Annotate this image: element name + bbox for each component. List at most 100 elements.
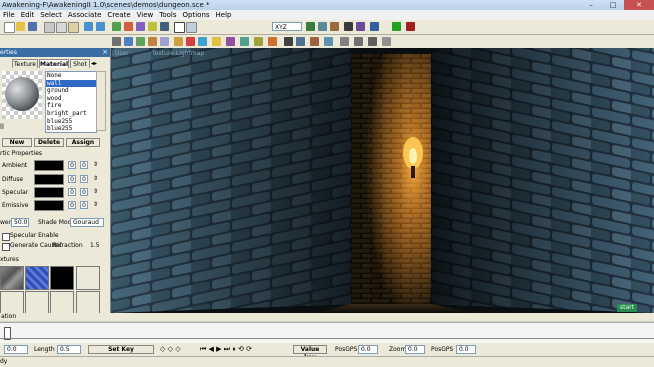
tab-shot[interactable]: Shot: [70, 59, 90, 68]
menu-file[interactable]: File: [0, 10, 18, 20]
viewport-camera-label[interactable]: User: [115, 50, 129, 57]
stop-icon[interactable]: [406, 22, 415, 31]
specular-color-swatch[interactable]: [34, 187, 64, 198]
menu-associate[interactable]: Associate: [65, 10, 105, 20]
minimize-button[interactable]: –: [580, 0, 602, 10]
orbit-icon[interactable]: [368, 37, 377, 46]
new-file-icon[interactable]: [4, 22, 15, 33]
snap-icon[interactable]: [318, 22, 327, 31]
menu-edit[interactable]: Edit: [18, 10, 38, 20]
tab-texture[interactable]: Texture: [12, 59, 38, 68]
viewport-mode-label[interactable]: Texture Lightmap: [152, 50, 204, 57]
select-region-icon[interactable]: [186, 22, 197, 33]
spinner-icon[interactable]: ⇕: [93, 201, 98, 209]
zoom-input[interactable]: 0.0: [405, 345, 425, 354]
emissive-value-2[interactable]: 0: [80, 201, 88, 209]
menu-select[interactable]: Select: [37, 10, 65, 20]
solid-icon[interactable]: [296, 37, 305, 46]
particle-icon[interactable]: [198, 37, 207, 46]
delete-material-button[interactable]: Delete: [34, 138, 64, 147]
spinner-icon[interactable]: ⇕: [93, 161, 98, 169]
menu-options[interactable]: Options: [180, 10, 213, 20]
pos-input[interactable]: 0.0: [358, 345, 378, 354]
ambient-color-swatch[interactable]: [34, 160, 64, 171]
texture-slot[interactable]: [0, 291, 24, 315]
cylinder-icon[interactable]: [136, 37, 145, 46]
specular-value[interactable]: 0: [68, 188, 76, 196]
list-item[interactable]: blue255: [46, 118, 96, 126]
material-list-scrollbar[interactable]: [96, 71, 106, 131]
menu-tools[interactable]: Tools: [156, 10, 179, 20]
texture-slot[interactable]: [76, 266, 100, 290]
texture-slot[interactable]: [50, 266, 74, 290]
wireframe-icon[interactable]: [284, 37, 293, 46]
caustic-checkbox[interactable]: [2, 243, 10, 251]
texture-slot[interactable]: [0, 266, 24, 290]
lightmap-icon[interactable]: [370, 22, 379, 31]
open-folder-icon[interactable]: [16, 22, 25, 31]
pan-icon[interactable]: [354, 37, 363, 46]
box-icon[interactable]: [112, 37, 121, 46]
sound-icon[interactable]: [212, 37, 221, 46]
list-item[interactable]: wall: [46, 79, 96, 88]
value-key-button[interactable]: Value key: [293, 345, 327, 361]
zoom-icon[interactable]: [340, 37, 349, 46]
trigger-icon[interactable]: [226, 37, 235, 46]
diffuse-color-swatch[interactable]: [34, 174, 64, 185]
list-item[interactable]: None: [46, 72, 96, 80]
key-nav-icons[interactable]: ◇ ◇ ◇: [160, 345, 181, 353]
list-item[interactable]: ground: [46, 87, 96, 95]
texture-slot[interactable]: [50, 291, 74, 315]
list-item[interactable]: blue255: [46, 125, 96, 132]
specular-enable-checkbox[interactable]: [2, 233, 10, 241]
path-icon[interactable]: [240, 37, 249, 46]
texture-slot[interactable]: [25, 266, 49, 290]
link-icon[interactable]: [330, 22, 339, 31]
refraction-value[interactable]: 1.5: [90, 242, 100, 250]
menu-create[interactable]: Create: [104, 10, 133, 20]
panel-close-icon[interactable]: ×: [102, 48, 108, 57]
cut-icon[interactable]: [44, 22, 55, 33]
plane-icon[interactable]: [148, 37, 157, 46]
menu-view[interactable]: View: [134, 10, 157, 20]
sphere-icon[interactable]: [124, 37, 133, 46]
material-icon[interactable]: [356, 22, 365, 31]
scale-icon[interactable]: [136, 22, 145, 31]
tab-material[interactable]: Material: [39, 59, 69, 68]
frame-input[interactable]: 0.0: [4, 345, 28, 354]
fire-icon[interactable]: [268, 37, 277, 46]
maximize-button[interactable]: □: [602, 0, 624, 10]
save-icon[interactable]: [28, 22, 37, 31]
play-icon[interactable]: [392, 22, 401, 31]
menu-help[interactable]: Help: [213, 10, 235, 20]
tab-scroll-arrows[interactable]: ◂▸: [91, 60, 97, 67]
mesh-icon[interactable]: [160, 37, 169, 46]
emissive-color-swatch[interactable]: [34, 200, 64, 211]
texture-slot[interactable]: [76, 291, 100, 315]
list-item[interactable]: fire: [46, 102, 96, 110]
redo-icon[interactable]: [96, 22, 105, 31]
list-item[interactable]: bright_part: [46, 110, 96, 118]
diffuse-value-2[interactable]: 0: [80, 175, 88, 183]
lit-icon[interactable]: [324, 37, 333, 46]
timeline-track[interactable]: [0, 322, 654, 344]
length-input[interactable]: 0.5: [57, 345, 81, 354]
paste-icon[interactable]: [68, 22, 79, 33]
copy-icon[interactable]: [56, 22, 67, 33]
list-item[interactable]: wood: [46, 95, 96, 103]
select-arrow-icon[interactable]: [174, 22, 185, 33]
close-button[interactable]: ✕: [624, 0, 654, 10]
spinner-icon[interactable]: ⇕: [93, 175, 98, 183]
camera-icon[interactable]: [160, 22, 169, 31]
specular-value-2[interactable]: 0: [80, 188, 88, 196]
spinner-icon[interactable]: ⇕: [93, 188, 98, 196]
texture-slot[interactable]: [25, 291, 49, 315]
3d-viewport[interactable]: [111, 48, 654, 313]
shade-mode-dropdown[interactable]: Gouraud: [70, 218, 104, 227]
posgps-input[interactable]: 0.0: [456, 345, 476, 354]
move-icon[interactable]: [112, 22, 121, 31]
set-key-button[interactable]: Set Key: [88, 345, 154, 354]
material-list[interactable]: None wall ground wood fire bright_part b…: [45, 71, 97, 133]
grid-icon[interactable]: [306, 22, 315, 31]
new-material-button[interactable]: New: [2, 138, 32, 147]
